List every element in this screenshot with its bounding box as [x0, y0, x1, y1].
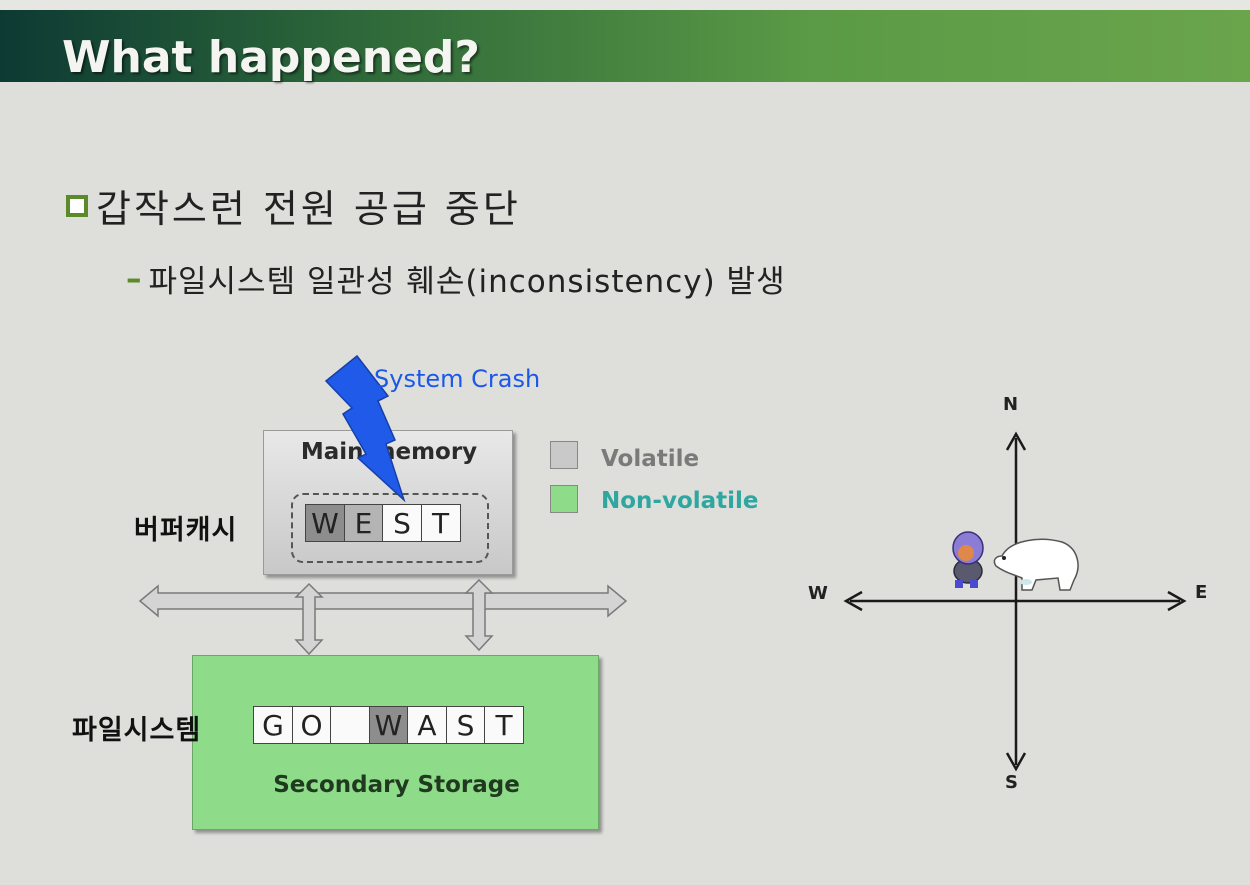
compass-north-label: N [1003, 394, 1019, 415]
compass-east-label: E [1195, 582, 1208, 603]
polar-bear-icon [993, 538, 1079, 591]
compass-west-label: W [808, 583, 828, 604]
penguin-explorer-icon [952, 531, 984, 588]
compass-south-label: S [1005, 772, 1018, 793]
compass-diagram [843, 431, 1187, 772]
